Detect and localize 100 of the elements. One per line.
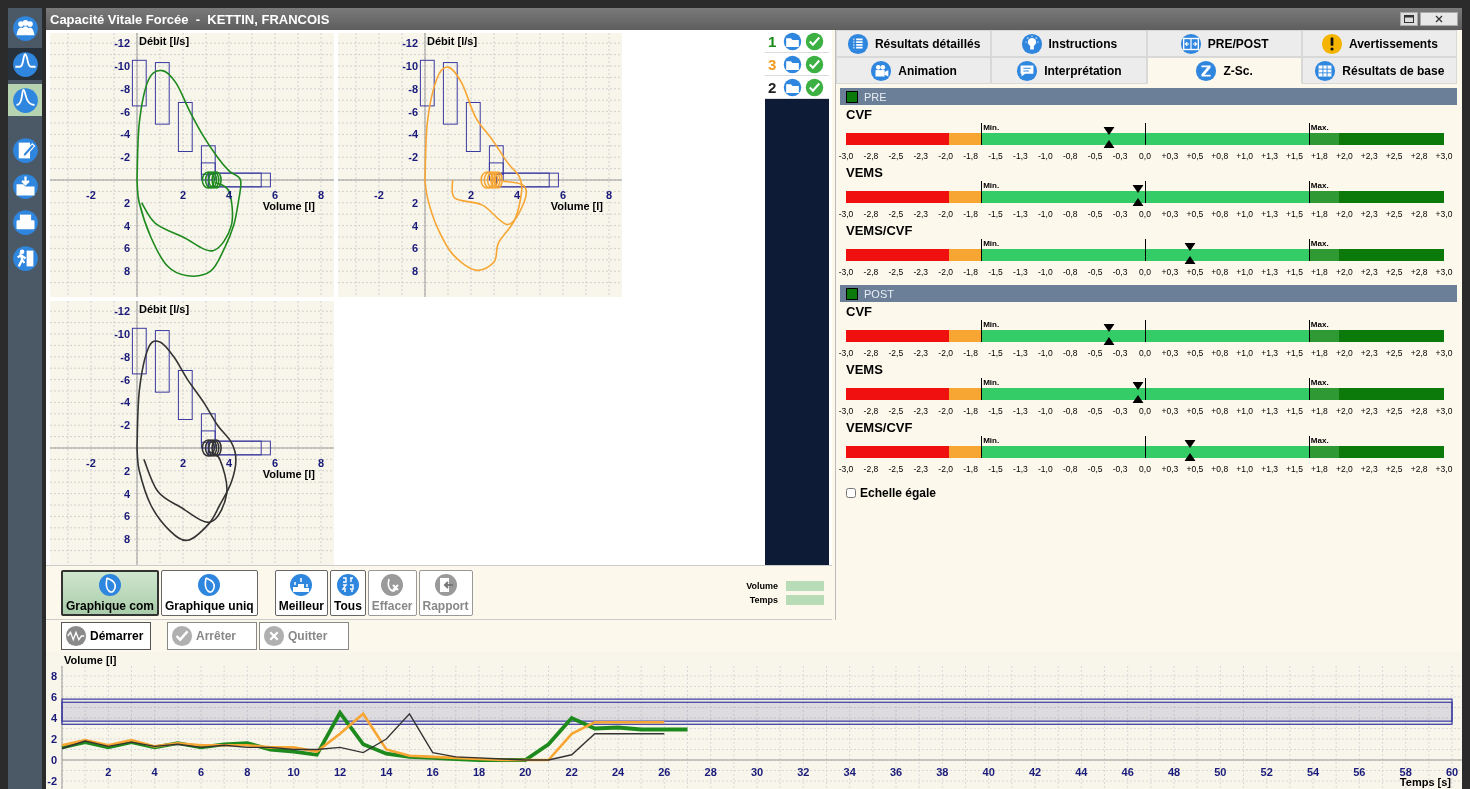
- scale-tick-label: +0,3: [1161, 209, 1179, 219]
- axis-tick-label: 2: [105, 766, 112, 778]
- axis-tick-label: -6: [408, 105, 419, 118]
- axis-tick-label: 4: [151, 766, 158, 778]
- predicted-range-box: [442, 62, 458, 125]
- scale-tick-label: +1,5: [1286, 464, 1303, 474]
- scale-tick-label: -2,5: [888, 406, 904, 416]
- letter-z-icon: [1195, 59, 1218, 82]
- tab[interactable]: Z-Sc.: [1146, 57, 1302, 84]
- min-label: Min.: [982, 436, 1000, 445]
- axis-tick-label: 6: [123, 242, 131, 255]
- scale-tick-label: +2,0: [1335, 464, 1353, 474]
- scale-tick-label: 0,0: [1139, 406, 1151, 416]
- axis-tick-label: 36: [889, 766, 903, 778]
- scale-tick-label: -0,5: [1087, 267, 1103, 277]
- axis-tick-label: 18: [472, 766, 486, 778]
- scale-tick-label: -1,5: [988, 464, 1003, 474]
- axis-tick-label: 8: [605, 189, 613, 201]
- restore-button[interactable]: [1400, 12, 1418, 26]
- scale-tick-label: -1,0: [1038, 464, 1053, 474]
- scale-tick-label: -1,0: [1038, 151, 1053, 161]
- action-button[interactable]: Démarrer: [61, 622, 151, 650]
- axis-tick-label: -4: [120, 396, 131, 409]
- trial-number[interactable]: 2: [768, 78, 780, 96]
- scale-tick-label: -0,3: [1112, 267, 1128, 277]
- scale-tick-label: +0,5: [1186, 267, 1204, 277]
- scale-tick-label: +2,3: [1360, 464, 1378, 474]
- axis-tick-label: -10: [114, 328, 131, 340]
- axis-tick-label: 16: [426, 766, 439, 778]
- axis-tick-label: 8: [412, 265, 419, 278]
- axis-tick-label: -12: [402, 37, 419, 50]
- scale-tick-label: -2,3: [913, 209, 929, 219]
- scale-tick-label: -3,0: [838, 209, 854, 219]
- scale-tick-label: +3,0: [1435, 151, 1453, 161]
- scale-tick-label: -0,8: [1062, 151, 1078, 161]
- scale-tick-label: +2,3: [1360, 348, 1378, 358]
- axis-tick-label: -10: [402, 60, 419, 72]
- scale-tick-label: +1,0: [1236, 209, 1254, 219]
- axis-tick-label: -2: [120, 419, 131, 432]
- toolbar-button[interactable]: Graphique com: [61, 569, 159, 616]
- axis-tick-label: -8: [408, 82, 419, 95]
- axis-tick-label: 60: [1445, 766, 1459, 778]
- axis-tick-label: 4: [412, 219, 419, 232]
- toolbar-button[interactable]: Tous: [330, 569, 366, 616]
- scale-tick-label: -2,3: [913, 406, 929, 416]
- scale-tick-label: +1,3: [1261, 151, 1278, 161]
- scale-tick-label: -0,5: [1087, 406, 1103, 416]
- scale-tick-label: -1,3: [1013, 151, 1028, 161]
- close-button[interactable]: [1420, 12, 1458, 26]
- axis-tick-label: 4: [513, 189, 521, 201]
- scale-tick-label: +1,8: [1311, 267, 1328, 277]
- checkbox-label[interactable]: Echelle égale: [860, 486, 937, 500]
- tab[interactable]: PRE/POST: [1146, 30, 1302, 57]
- checkbox[interactable]: [846, 488, 856, 498]
- scale-tick-label: +1,8: [1311, 209, 1328, 219]
- axis-tick-label: 6: [412, 242, 419, 255]
- tab[interactable]: Avertissements: [1301, 30, 1457, 57]
- tab[interactable]: Résultats de base: [1301, 57, 1457, 84]
- scale-tick-label: +2,3: [1360, 406, 1378, 416]
- scale-tick-label: +3,0: [1435, 267, 1453, 277]
- axis-tick-label: 4: [225, 457, 233, 469]
- scale-tick-label: -2,8: [863, 464, 879, 474]
- sidebar-button[interactable]: [8, 48, 42, 80]
- scale-tick-label: -3,0: [838, 267, 854, 277]
- axis-title: Temps [s]: [1399, 776, 1451, 788]
- scale-tick-label: -1,5: [988, 267, 1003, 277]
- loop-cross-icon: [380, 572, 405, 597]
- table-icon: [1314, 59, 1337, 82]
- axis-tick-label: 46: [1121, 766, 1134, 778]
- axis-tick-label: 48: [1167, 766, 1181, 778]
- scale-tick-label: +0,8: [1211, 348, 1229, 358]
- axis-tick-label: 52: [1260, 766, 1273, 778]
- scale-tick-label: -0,8: [1062, 267, 1078, 277]
- axis-tick-label: 2: [467, 189, 475, 201]
- predicted-range-box: [154, 62, 170, 125]
- tab[interactable]: Animation: [836, 57, 992, 84]
- toolbar-button[interactable]: Graphique uniq: [161, 569, 258, 616]
- trial-number[interactable]: 1: [768, 32, 780, 50]
- toolbar-button[interactable]: Meilleur: [274, 569, 329, 616]
- metric-name: CVF: [846, 107, 873, 123]
- tab[interactable]: Instructions: [991, 30, 1147, 57]
- scale-tick-label: -1,3: [1013, 348, 1028, 358]
- curve-icon: [11, 86, 39, 114]
- scale-tick-label: 0,0: [1139, 209, 1151, 219]
- tab[interactable]: Résultats détaillés: [836, 30, 992, 57]
- tab[interactable]: Interprétation: [991, 57, 1147, 84]
- scale-tick-label: -2,5: [888, 464, 904, 474]
- axis-tick-label: 22: [565, 766, 578, 778]
- axis-tick-label: 6: [123, 510, 131, 523]
- scale-tick-label: +3,0: [1435, 406, 1453, 416]
- scale-tick-label: -1,3: [1013, 406, 1028, 416]
- scale-tick-label: -1,5: [988, 209, 1003, 219]
- axis-tick-label: -2: [120, 151, 131, 164]
- metric-name: VEMS: [846, 362, 884, 378]
- axis-tick-label: 2: [50, 733, 57, 745]
- running-man-icon: [11, 244, 39, 272]
- axis-tick-label: 40: [982, 766, 995, 778]
- scale-tick-label: -1,5: [988, 406, 1003, 416]
- min-label: Min.: [982, 181, 1000, 190]
- axis-tick-label: 2: [412, 196, 419, 209]
